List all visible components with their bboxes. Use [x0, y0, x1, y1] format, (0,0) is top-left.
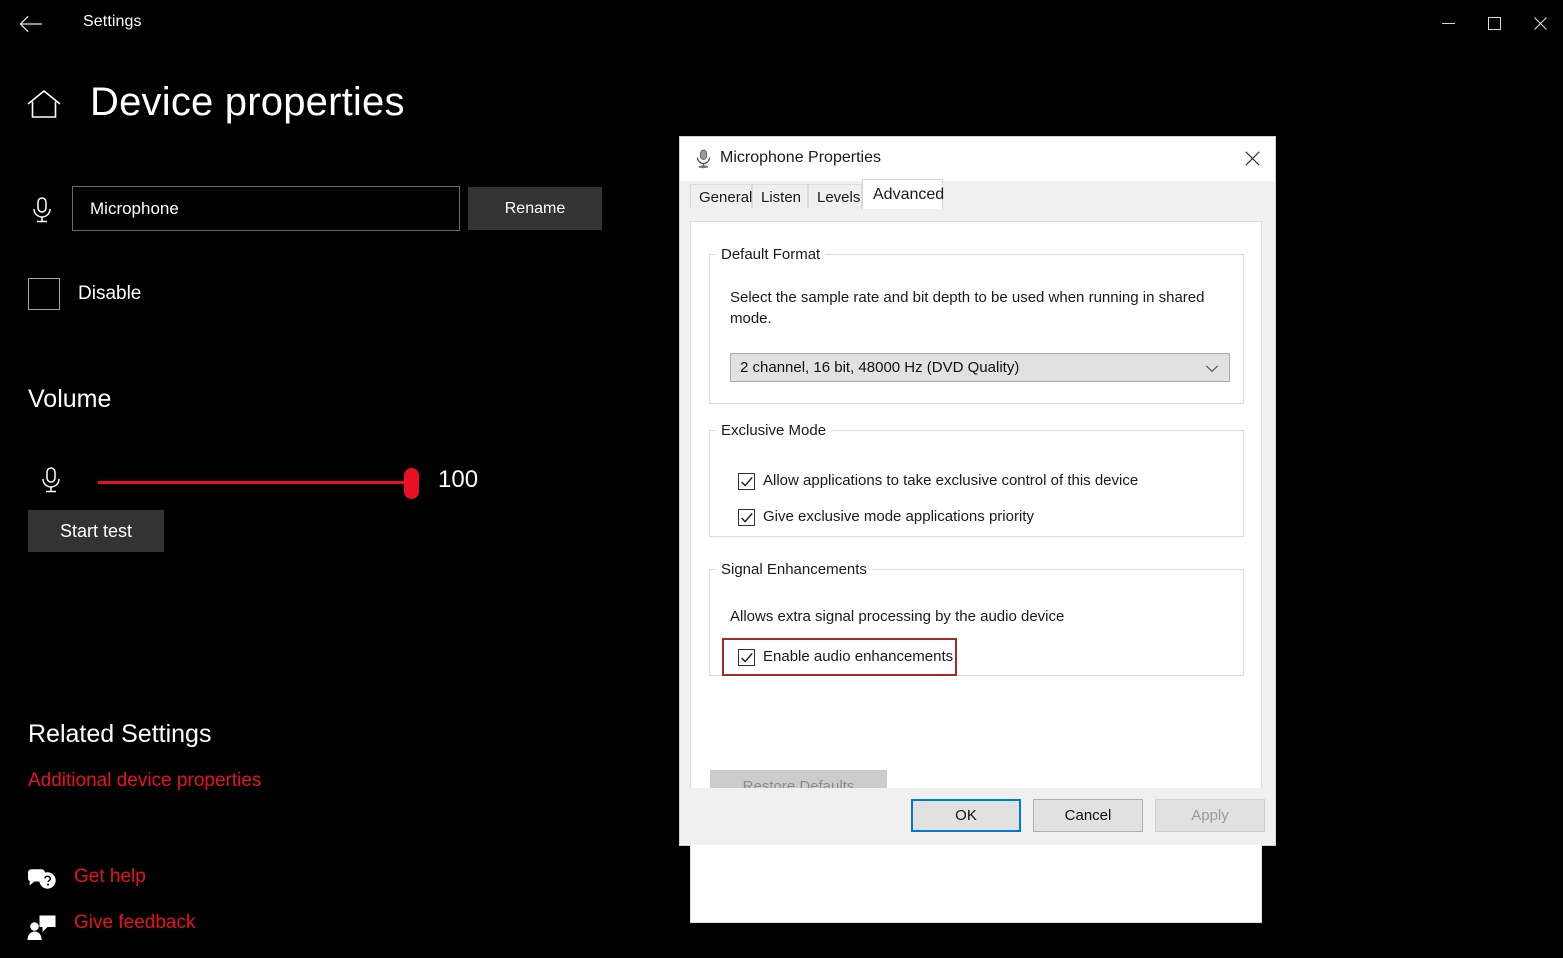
close-icon [1534, 17, 1547, 30]
exclusive-mode-legend: Exclusive Mode [716, 422, 831, 439]
give-feedback-label[interactable]: Give feedback [74, 912, 195, 934]
tab-advanced-label: Advanced [873, 186, 944, 204]
dialog-tabstrip: General Listen Levels Advanced [680, 183, 1275, 209]
chevron-down-icon [1205, 361, 1219, 378]
volume-section-header: Volume [28, 385, 111, 414]
home-icon [26, 88, 62, 120]
additional-device-properties-link[interactable]: Additional device properties [28, 770, 261, 792]
default-format-combobox[interactable]: 2 channel, 16 bit, 48000 Hz (DVD Quality… [730, 353, 1230, 382]
default-format-selected-value: 2 channel, 16 bit, 48000 Hz (DVD Quality… [740, 359, 1019, 376]
cancel-button[interactable]: Cancel [1033, 799, 1143, 832]
exclusive-mode-group: Exclusive Mode Allow applications to tak… [709, 422, 1244, 537]
feedback-person-icon [26, 914, 58, 947]
back-arrow-icon [19, 15, 43, 33]
page-title: Device properties [90, 80, 405, 125]
start-test-button[interactable]: Start test [28, 510, 164, 552]
minimize-icon [1442, 23, 1455, 24]
dialog-title: Microphone Properties [720, 149, 881, 167]
tab-advanced[interactable]: Advanced [862, 179, 943, 209]
apply-button[interactable]: Apply [1155, 799, 1265, 832]
help-chat-icon [26, 868, 58, 901]
enable-audio-enhancements-label: Enable audio enhancements [763, 648, 953, 665]
check-icon [740, 475, 754, 489]
allow-exclusive-control-checkbox[interactable] [738, 473, 755, 490]
tab-levels-label: Levels [817, 189, 860, 206]
give-exclusive-priority-label: Give exclusive mode applications priorit… [763, 508, 1034, 525]
give-exclusive-priority-checkbox[interactable] [738, 509, 755, 526]
give-feedback-row[interactable]: Give feedback [26, 912, 195, 934]
volume-slider-row: 100 [26, 460, 496, 506]
enable-audio-enhancements-row[interactable]: Enable audio enhancements [738, 648, 953, 666]
exclusive-control-row[interactable]: Allow applications to take exclusive con… [738, 472, 1138, 490]
volume-slider-thumb[interactable] [404, 468, 419, 499]
signal-enhancements-group: Signal Enhancements Allows extra signal … [709, 561, 1244, 676]
enable-audio-enhancements-checkbox[interactable] [738, 649, 755, 666]
signal-enhancements-description: Allows extra signal processing by the au… [730, 606, 1064, 627]
dialog-close-button[interactable] [1229, 137, 1275, 179]
exclusive-priority-row[interactable]: Give exclusive mode applications priorit… [738, 508, 1034, 526]
disable-checkbox[interactable] [28, 278, 60, 310]
microphone-icon [29, 196, 55, 229]
back-button[interactable] [8, 6, 54, 42]
close-icon [1245, 151, 1260, 166]
app-title: Settings [83, 13, 142, 31]
maximize-icon [1488, 17, 1501, 30]
tab-general-label: General [699, 189, 752, 206]
tab-general[interactable]: General [690, 184, 752, 209]
maximize-button[interactable] [1471, 0, 1517, 46]
check-icon [740, 511, 754, 525]
default-format-group: Default Format Select the sample rate an… [709, 246, 1244, 404]
tab-listen-label: Listen [761, 189, 801, 206]
dialog-footer: OK Cancel Apply [680, 788, 1275, 845]
default-format-legend: Default Format [716, 246, 825, 263]
default-format-description: Select the sample rate and bit depth to … [730, 287, 1222, 330]
settings-titlebar: Settings [0, 0, 1563, 48]
screen: Settings Device properties [0, 0, 1563, 958]
get-help-row[interactable]: Get help [26, 866, 146, 888]
dialog-titlebar: Microphone Properties [680, 137, 1275, 181]
minimize-button[interactable] [1425, 0, 1471, 46]
tab-listen[interactable]: Listen [752, 184, 808, 209]
get-help-label[interactable]: Get help [74, 866, 146, 888]
volume-slider-track[interactable] [98, 481, 414, 484]
rename-button[interactable]: Rename [468, 187, 602, 230]
close-button[interactable] [1517, 0, 1563, 46]
microphone-icon [38, 466, 64, 503]
disable-label: Disable [78, 283, 141, 305]
ok-button[interactable]: OK [911, 799, 1021, 832]
device-name-input[interactable] [72, 186, 460, 231]
tab-levels[interactable]: Levels [808, 184, 862, 209]
disable-row[interactable]: Disable [28, 278, 141, 310]
microphone-properties-dialog: Microphone Properties General Listen Lev… [679, 136, 1276, 846]
related-settings-title: Related Settings [28, 720, 211, 749]
signal-enhancements-legend: Signal Enhancements [716, 561, 872, 578]
check-icon [740, 651, 754, 665]
home-button[interactable] [26, 88, 62, 125]
allow-exclusive-control-label: Allow applications to take exclusive con… [763, 472, 1138, 489]
volume-value: 100 [438, 466, 478, 494]
microphone-icon [694, 149, 713, 174]
window-controls [1425, 0, 1563, 46]
volume-section-title: Volume [28, 385, 111, 414]
